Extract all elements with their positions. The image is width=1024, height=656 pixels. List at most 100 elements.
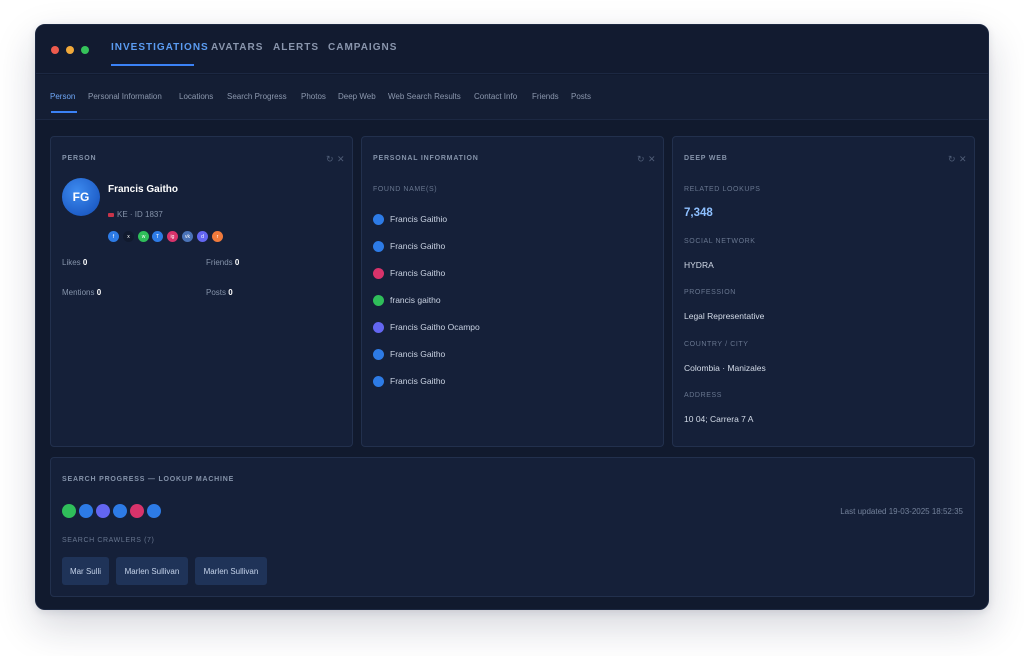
instagram-icon[interactable]: ig: [167, 231, 178, 242]
top-navigation-bar: INVESTIGATIONS AVATARS ALERTS CAMPAIGNS: [36, 25, 988, 74]
discord-icon[interactable]: d: [197, 231, 208, 242]
card-title: SEARCH PROGRESS — LOOKUP MACHINE: [62, 476, 235, 483]
tab-avatars[interactable]: AVATARS: [211, 42, 263, 53]
friends-label: Friends: [206, 258, 233, 267]
whatsapp-icon[interactable]: w: [138, 231, 149, 242]
card-title: PERSONAL INFORMATION: [373, 155, 479, 162]
subtab-photos[interactable]: Photos: [301, 92, 326, 101]
subtab-person[interactable]: Person: [50, 92, 75, 101]
likes-label: Likes: [62, 258, 81, 267]
source-dot-icon: [373, 267, 384, 279]
likes-stat: Likes 0: [62, 258, 87, 267]
active-subtab-indicator: [51, 111, 77, 113]
list-item[interactable]: Francis Gaitho: [373, 267, 445, 279]
found-name: Francis Gaitho: [390, 376, 446, 386]
personal-information-card: PERSONAL INFORMATION ↻ ✕ FOUND NAME(S) F…: [361, 136, 664, 447]
window-maximize-dot[interactable]: [81, 46, 89, 54]
address-label: ADDRESS: [684, 392, 723, 399]
last-updated-timestamp: Last updated 19-03-2025 18:52:35: [840, 507, 963, 516]
posts-count: 0: [228, 288, 233, 297]
tab-alerts[interactable]: ALERTS: [273, 42, 319, 53]
posts-label: Posts: [206, 288, 227, 297]
progress-source-dot: [96, 504, 110, 518]
subtab-deep-web[interactable]: Deep Web: [338, 92, 376, 101]
found-name: Francis Gaitho Ocampo: [390, 322, 480, 332]
source-dot-icon: [373, 240, 384, 252]
mentions-stat: Mentions 0: [62, 288, 101, 297]
mentions-count: 0: [96, 288, 102, 297]
friends-count: 0: [234, 258, 240, 267]
window-minimize-dot[interactable]: [66, 46, 74, 54]
found-names-label: FOUND NAME(S): [373, 186, 438, 193]
card-title: PERSON: [62, 155, 97, 162]
list-item[interactable]: Francis Gaitho Ocampo: [373, 321, 480, 333]
found-name: Francis Gaitho: [390, 268, 446, 278]
found-name: francis gaitho: [390, 295, 441, 305]
flag-icon: [108, 212, 114, 217]
source-dot-icon: [373, 294, 384, 306]
vk-icon[interactable]: vk: [182, 231, 193, 242]
country-city-value: Colombia · Manizales: [684, 363, 766, 373]
list-item[interactable]: Francis Gaitho: [373, 375, 445, 387]
close-icon[interactable]: ✕: [959, 154, 967, 165]
person-id: KE · ID 1837: [117, 210, 163, 219]
progress-source-dot: [62, 504, 76, 518]
crawler-chip[interactable]: Mar Sulli: [62, 557, 109, 585]
search-progress-card: SEARCH PROGRESS — LOOKUP MACHINE Last up…: [50, 457, 975, 597]
subtab-locations[interactable]: Locations: [179, 92, 213, 101]
subtab-posts[interactable]: Posts: [571, 92, 591, 101]
mentions-label: Mentions: [62, 288, 95, 297]
x-icon[interactable]: x: [123, 231, 134, 242]
profession-label: PROFESSION: [684, 289, 736, 296]
found-name: Francis Gaithio: [390, 214, 448, 224]
found-name: Francis Gaitho: [390, 241, 446, 251]
crawler-chip[interactable]: Marlen Sullivan: [116, 557, 188, 585]
friends-stat: Friends 0: [206, 258, 239, 267]
source-dot-icon: [373, 375, 384, 387]
list-item[interactable]: Francis Gaitho: [373, 240, 445, 252]
country-city-label: COUNTRY / CITY: [684, 341, 749, 348]
tab-campaigns[interactable]: CAMPAIGNS: [328, 42, 397, 53]
subtab-search-progress[interactable]: Search Progress: [227, 92, 287, 101]
avatar: FG: [62, 178, 100, 216]
subtab-personal-information[interactable]: Personal Information: [88, 92, 162, 101]
tab-investigations[interactable]: INVESTIGATIONS: [111, 42, 209, 53]
refresh-icon[interactable]: ↻: [637, 154, 645, 165]
card-title: DEEP WEB: [684, 155, 728, 162]
app-window: INVESTIGATIONS AVATARS ALERTS CAMPAIGNS …: [35, 24, 989, 610]
telegram-icon[interactable]: T: [152, 231, 163, 242]
deep-web-card: DEEP WEB ↻ ✕ RELATED LOOKUPS 7,348 SOCIA…: [672, 136, 975, 447]
related-lookups-label: RELATED LOOKUPS: [684, 186, 761, 193]
window-close-dot[interactable]: [51, 46, 59, 54]
found-name: Francis Gaitho: [390, 349, 446, 359]
progress-source-dot: [147, 504, 161, 518]
address-value: 10 04; Carrera 7 A: [684, 414, 754, 424]
posts-stat: Posts 0: [206, 288, 233, 297]
progress-source-dot: [79, 504, 93, 518]
search-crawlers-label: SEARCH CRAWLERS (7): [62, 537, 155, 544]
social-network-value: HYDRA: [684, 260, 714, 270]
subtab-friends[interactable]: Friends: [532, 92, 559, 101]
progress-source-dot: [113, 504, 127, 518]
social-network-label: SOCIAL NETWORK: [684, 238, 756, 245]
progress-source-dot: [130, 504, 144, 518]
source-dot-icon: [373, 213, 384, 225]
list-item[interactable]: Francis Gaithio: [373, 213, 447, 225]
subtab-web-search-results[interactable]: Web Search Results: [388, 92, 461, 101]
list-item[interactable]: francis gaitho: [373, 294, 441, 306]
person-name: Francis Gaitho: [108, 184, 179, 195]
reddit-icon[interactable]: r: [212, 231, 223, 242]
subtab-contact-info[interactable]: Contact Info: [474, 92, 517, 101]
close-icon[interactable]: ✕: [648, 154, 656, 165]
list-item[interactable]: Francis Gaitho: [373, 348, 445, 360]
refresh-icon[interactable]: ↻: [326, 154, 334, 165]
profession-value: Legal Representative: [684, 311, 765, 321]
close-icon[interactable]: ✕: [337, 154, 345, 165]
person-card: PERSON ↻ ✕ FG Francis Gaitho KE · ID 183…: [50, 136, 353, 447]
active-tab-indicator: [111, 64, 194, 66]
source-dot-icon: [373, 348, 384, 360]
refresh-icon[interactable]: ↻: [948, 154, 956, 165]
likes-count: 0: [82, 258, 88, 267]
crawler-chip[interactable]: Marlen Sullivan: [195, 557, 267, 585]
facebook-icon[interactable]: f: [108, 231, 119, 242]
